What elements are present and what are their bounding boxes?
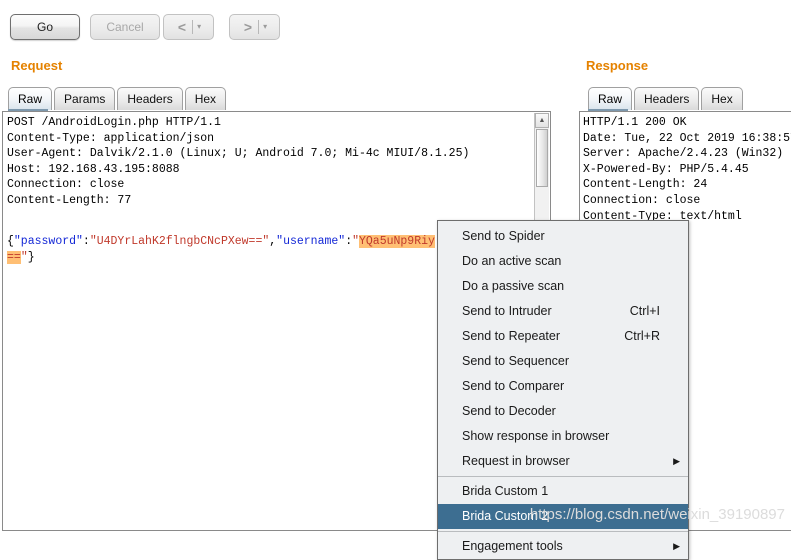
menu-item-brida-custom-1[interactable]: Brida Custom 1 (438, 479, 688, 504)
json-open-brace: { (7, 235, 14, 248)
chevron-right-icon: > (243, 19, 253, 35)
menu-item-label: Brida Custom 2 (462, 509, 549, 523)
menu-item-label: Send to Comparer (462, 379, 565, 393)
chevron-down-icon: ▾ (197, 22, 202, 31)
menu-item-do-an-active-scan[interactable]: Do an active scan (438, 249, 688, 274)
menu-item-show-response-in-browser[interactable]: Show response in browser (438, 424, 688, 449)
json-key-username: "username" (276, 235, 346, 248)
menu-item-send-to-repeater[interactable]: Send to Repeater Ctrl+R (438, 324, 688, 349)
menu-item-label: Do an active scan (462, 254, 562, 268)
tab-label: Headers (644, 92, 690, 106)
tab-request-hex[interactable]: Hex (184, 87, 227, 110)
menu-item-label: Request in browser (462, 454, 570, 468)
repeater-toolbar: Go Cancel < ▾ > ▾ (0, 0, 791, 53)
menu-item-request-in-browser[interactable]: Request in browser ▶ (438, 449, 688, 474)
response-panel-title: Response (586, 58, 649, 73)
menu-item-label: Brida Custom 1 (462, 484, 549, 498)
forward-button[interactable]: > ▾ (229, 14, 280, 40)
menu-item-send-to-decoder[interactable]: Send to Decoder (438, 399, 688, 424)
response-tabstrip: Raw Headers Hex (588, 87, 745, 111)
json-close-quote: " (20, 250, 28, 264)
tab-request-headers[interactable]: Headers (117, 87, 183, 110)
forward-button-inner: > ▾ (230, 15, 279, 39)
menu-item-label: Send to Decoder (462, 404, 556, 418)
tab-label: Params (64, 92, 106, 106)
menu-separator (438, 531, 688, 532)
tab-label: Headers (127, 92, 173, 106)
tab-response-headers[interactable]: Headers (634, 87, 700, 110)
request-tabstrip: Raw Params Headers Hex (8, 87, 228, 111)
menu-item-engagement-tools[interactable]: Engagement tools ▶ (438, 534, 688, 559)
request-raw-headers: POST /AndroidLogin.php HTTP/1.1 Content-… (7, 116, 470, 207)
menu-item-label: Engagement tools (462, 539, 563, 553)
tab-label: Hex (194, 92, 217, 106)
cancel-button-label: Cancel (106, 20, 144, 34)
back-button-inner: < ▾ (164, 15, 213, 39)
menu-item-label: Send to Spider (462, 229, 545, 243)
menu-item-send-to-spider[interactable]: Send to Spider (438, 224, 688, 249)
menu-item-shortcut: Ctrl+R (624, 329, 660, 343)
scroll-up-arrow-icon[interactable]: ▲ (535, 113, 549, 128)
context-menu[interactable]: Send to Spider Do an active scan Do a pass… (437, 220, 689, 560)
menu-separator (438, 476, 688, 477)
menu-item-send-to-comparer[interactable]: Send to Comparer (438, 374, 688, 399)
divider (258, 20, 260, 34)
menu-item-do-a-passive-scan[interactable]: Do a passive scan (438, 274, 688, 299)
menu-item-shortcut: Ctrl+I (629, 304, 660, 318)
tab-label: Hex (711, 92, 733, 106)
request-raw-body-continued: =="} (7, 250, 35, 266)
go-button[interactable]: Go (10, 14, 80, 40)
menu-item-label: Send to Repeater (462, 329, 560, 343)
menu-item-label: Show response in browser (462, 429, 610, 443)
tab-label: Raw (598, 92, 623, 106)
request-raw-body: {"password":"U4DYrLahK2flngbCNcPXew==","… (7, 234, 435, 250)
tab-request-raw[interactable]: Raw (8, 87, 53, 110)
chevron-down-icon: ▾ (263, 22, 268, 31)
submenu-arrow-icon: ▶ (673, 456, 680, 466)
go-button-label: Go (36, 20, 53, 34)
menu-item-send-to-sequencer[interactable]: Send to Sequencer (438, 349, 688, 374)
json-value-quote: " (352, 235, 359, 248)
chevron-left-icon: < (177, 19, 187, 35)
json-close-brace: } (27, 250, 35, 264)
scrollbar-thumb[interactable] (536, 129, 548, 187)
request-panel-title: Request (11, 58, 63, 73)
menu-item-label: Send to Sequencer (462, 354, 570, 368)
tab-label: Raw (18, 92, 43, 106)
selected-username-value[interactable]: YQa5uNp9Riy (359, 235, 435, 248)
tab-response-hex[interactable]: Hex (701, 87, 743, 110)
tab-request-params[interactable]: Params (54, 87, 116, 110)
cancel-button[interactable]: Cancel (90, 14, 160, 40)
json-colon: : (82, 235, 90, 248)
menu-item-label: Do a passive scan (462, 279, 565, 293)
back-button[interactable]: < ▾ (163, 14, 214, 40)
menu-item-send-to-intruder[interactable]: Send to Intruder Ctrl+I (438, 299, 688, 324)
menu-item-brida-custom-2[interactable]: Brida Custom 2 (438, 504, 688, 529)
menu-item-label: Send to Intruder (462, 304, 552, 318)
submenu-arrow-icon: ▶ (673, 541, 680, 551)
selected-username-value-tail[interactable]: == (7, 250, 21, 264)
json-key-password: "password" (13, 235, 83, 248)
divider (192, 20, 194, 34)
tab-response-raw[interactable]: Raw (588, 87, 633, 110)
json-value-password: "U4DYrLahK2flngbCNcPXew==" (89, 235, 270, 248)
